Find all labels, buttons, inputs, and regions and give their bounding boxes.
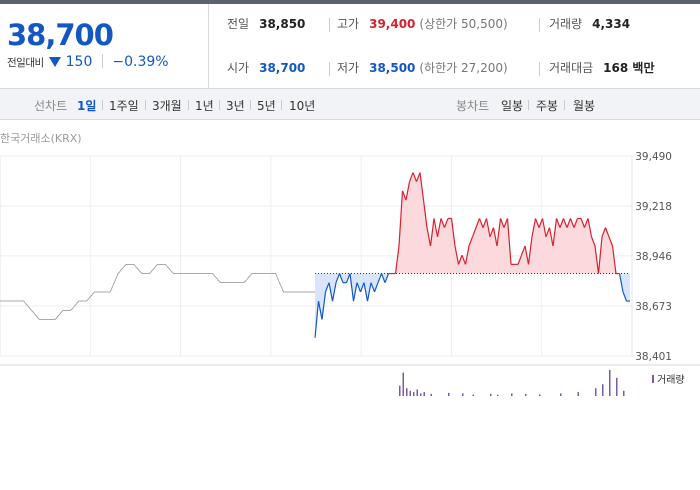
- tab-1-day[interactable]: 1일: [77, 97, 96, 114]
- change-label: 전일대비: [7, 57, 44, 69]
- lower-limit: (하한가 27,200): [419, 61, 508, 75]
- divider: [539, 18, 540, 32]
- volume-bar: [602, 384, 604, 396]
- tab-monthly-candle[interactable]: 월봉: [573, 97, 595, 114]
- volume-bar: [409, 390, 411, 396]
- stat-value: 38,850: [259, 17, 306, 31]
- volume-bar: [399, 385, 401, 396]
- quote-panel: 38,700 전일대비 150 −0.39% 전일 38,850 고가 39,400…: [0, 4, 700, 89]
- stat-high: 고가 39,400 (상한가 50,500): [337, 15, 508, 35]
- divider: [102, 100, 103, 110]
- change-row: 전일대비 150 −0.39%: [7, 54, 169, 70]
- price-chart: 39,490 39,218 38,946 38,673 38,401 거래량: [0, 151, 700, 396]
- stat-label: 저가: [337, 61, 360, 75]
- volume-bar: [420, 393, 422, 396]
- volume-bar: [511, 393, 513, 396]
- volume-bar: [616, 377, 618, 396]
- chart-period-tabs: 선차트 1일 1주일 3개월 1년 3년 5년 10년 봉차트 일봉 주봉 월봉: [0, 89, 700, 120]
- stat-label: 거래대금: [549, 61, 594, 75]
- tab-1-week[interactable]: 1주일: [109, 97, 139, 114]
- y-tick-label: 38,401: [635, 351, 672, 363]
- stat-low: 저가 38,500 (하한가 27,200): [337, 59, 508, 79]
- y-tick-label: 38,946: [635, 251, 672, 263]
- stat-prev-close: 전일 38,850: [227, 15, 305, 35]
- volume-bar: [560, 393, 562, 396]
- divider: [188, 100, 189, 110]
- divider: [528, 100, 529, 110]
- volume-bar: [423, 392, 425, 396]
- volume-bar: [406, 388, 408, 396]
- change-percent: −0.39%: [112, 54, 169, 70]
- divider: [219, 100, 220, 110]
- volume-legend-swatch: [652, 375, 654, 383]
- volume-bar: [623, 390, 625, 396]
- volume-bar: [595, 388, 597, 396]
- tab-1-year[interactable]: 1년: [195, 97, 214, 114]
- divider: [145, 100, 146, 110]
- tab-10-years[interactable]: 10년: [289, 97, 315, 114]
- price-box: 38,700 전일대비 150 −0.39%: [0, 4, 209, 88]
- tab-3-years[interactable]: 3년: [226, 97, 245, 114]
- stat-volume: 거래량 4,334: [549, 15, 630, 35]
- tab-5-years[interactable]: 5년: [257, 97, 276, 114]
- volume-bar: [539, 394, 541, 396]
- stat-value: 4,334: [592, 17, 631, 31]
- divider: [329, 62, 330, 76]
- volume-bar: [462, 393, 464, 396]
- candle-chart-label: 봉차트: [456, 99, 490, 113]
- stat-value: 168 백만: [603, 61, 655, 75]
- stat-value: 38,500: [369, 61, 416, 75]
- volume-bar: [525, 393, 527, 396]
- volume-bar: [448, 392, 450, 396]
- stat-label: 시가: [227, 61, 250, 75]
- y-tick-label: 39,490: [635, 151, 672, 163]
- divider: [101, 54, 103, 68]
- y-tick-label: 39,218: [635, 201, 672, 213]
- tab-daily-candle[interactable]: 일봉: [501, 97, 523, 114]
- stat-value: 38,700: [259, 61, 306, 75]
- volume-bar: [413, 392, 415, 396]
- divider: [329, 18, 330, 32]
- change-amount: 150: [65, 54, 93, 70]
- y-tick-label: 38,673: [635, 301, 672, 313]
- line-chart-label: 선차트: [34, 99, 68, 113]
- volume-bar: [416, 389, 418, 396]
- volume-bar: [472, 394, 474, 396]
- stat-label: 전일: [227, 17, 250, 31]
- volume-bar: [490, 393, 492, 396]
- stat-value: 39,400: [369, 17, 416, 31]
- divider: [281, 100, 282, 110]
- divider: [539, 62, 540, 76]
- stats-grid: 전일 38,850 고가 39,400 (상한가 50,500) 거래량 4,334 시…: [209, 4, 700, 88]
- upper-limit: (상한가 50,500): [419, 17, 508, 31]
- stat-trade-value: 거래대금 168 백만: [549, 59, 654, 79]
- divider: [250, 100, 251, 110]
- volume-bar: [497, 394, 499, 396]
- tab-3-months[interactable]: 3개월: [152, 97, 182, 114]
- volume-bar: [609, 370, 611, 396]
- current-price: 38,700: [7, 18, 114, 52]
- divider: [564, 100, 565, 110]
- stat-open: 시가 38,700: [227, 59, 305, 79]
- stat-label: 고가: [337, 17, 360, 31]
- volume-bar: [430, 393, 432, 396]
- tab-weekly-candle[interactable]: 주봉: [536, 97, 558, 114]
- volume-bar: [402, 372, 404, 396]
- down-arrow-icon: [49, 57, 62, 67]
- volume-bar: [577, 392, 579, 396]
- stat-label: 거래량: [549, 17, 583, 31]
- volume-legend-label: 거래량: [657, 374, 685, 386]
